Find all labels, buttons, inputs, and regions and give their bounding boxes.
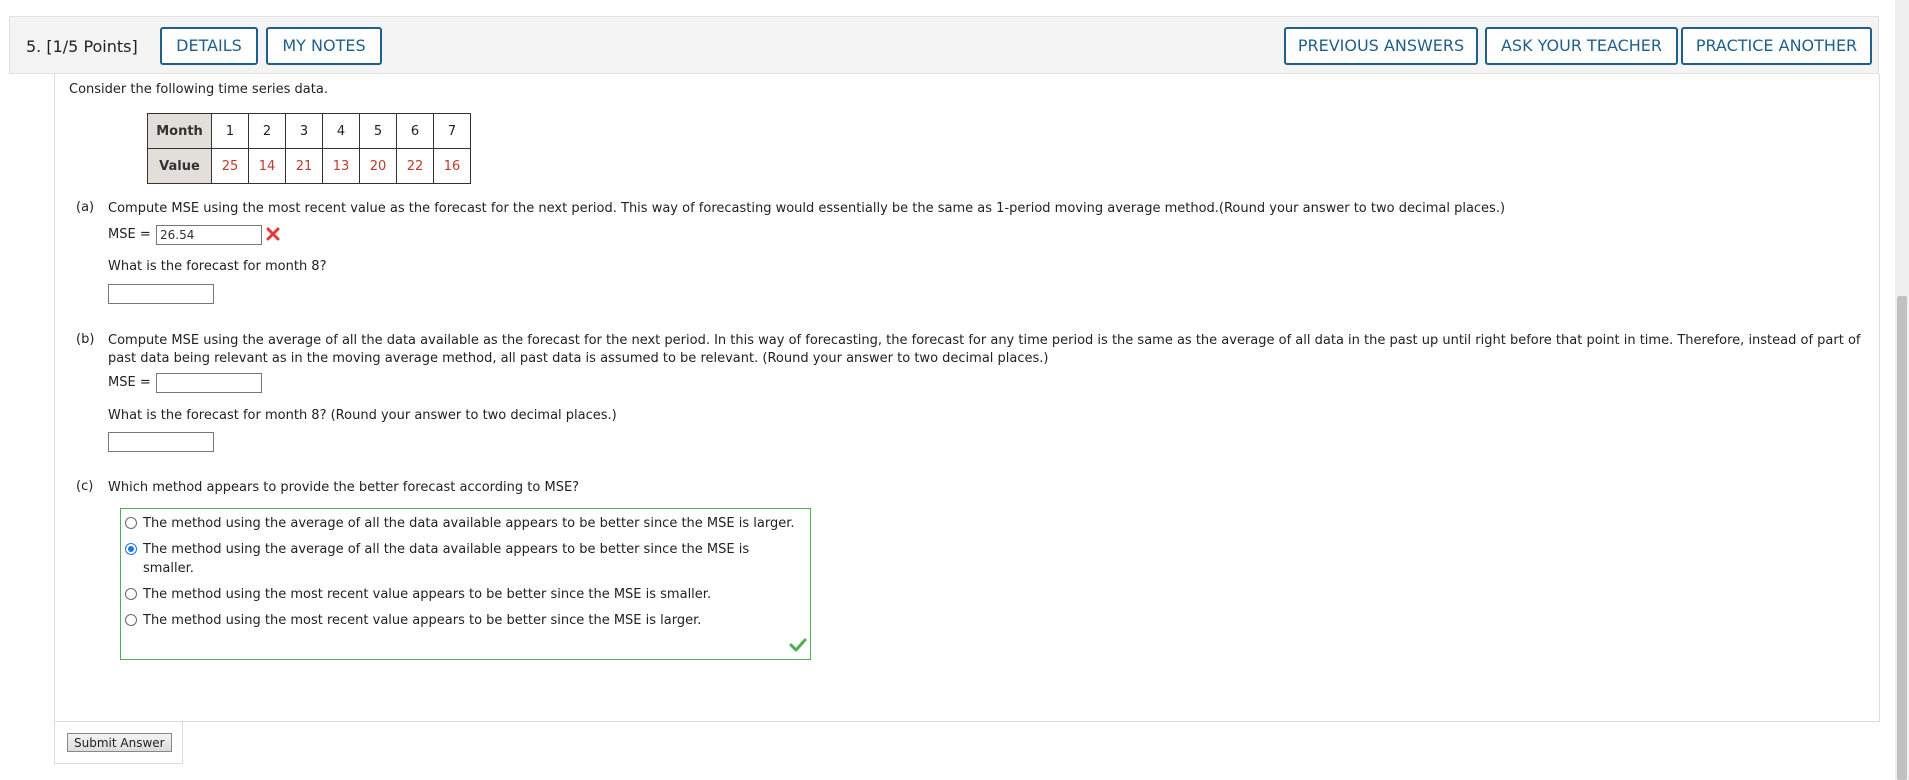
part-a-label: (a) <box>76 200 95 215</box>
question-points: [1/5 Points] <box>46 37 138 56</box>
vertical-scrollbar[interactable] <box>1895 0 1909 780</box>
question-title: 5. [1/5 Points] <box>26 37 138 56</box>
question-header: 5. [1/5 Points] DETAILS MY NOTES PREVIOU… <box>9 16 1879 74</box>
part-c-choices-box: The method using the average of all the … <box>120 508 811 660</box>
choice-label: The method using the most recent value a… <box>143 613 702 628</box>
table-cell-month: 6 <box>396 113 434 149</box>
part-b-mse-label: MSE = <box>108 375 151 390</box>
choice-option[interactable]: The method using the most recent value a… <box>125 611 805 630</box>
ask-your-teacher-button[interactable]: ASK YOUR TEACHER <box>1485 27 1678 65</box>
part-a-text: Compute MSE using the most recent value … <box>108 201 1506 216</box>
scrollbar-thumb[interactable] <box>1897 296 1907 780</box>
question-number: 5. <box>26 37 42 56</box>
table-cell-value: 14 <box>248 148 286 184</box>
table-cell-month: 2 <box>248 113 286 149</box>
choice-label: The method using the average of all the … <box>143 542 750 576</box>
my-notes-button[interactable]: MY NOTES <box>266 27 382 65</box>
table-cell-month: 4 <box>322 113 360 149</box>
radio-button[interactable] <box>125 588 137 600</box>
table-cell-month: 3 <box>285 113 323 149</box>
choice-option[interactable]: The method using the average of all the … <box>125 514 805 533</box>
table-header-value: Value <box>147 148 212 184</box>
details-button[interactable]: DETAILS <box>160 27 258 65</box>
checkmark-icon <box>789 638 807 652</box>
table-cell-value: 22 <box>396 148 434 184</box>
part-c-text: Which method appears to provide the bett… <box>108 480 580 495</box>
table-row-month: Month 1 2 3 4 5 6 7 <box>147 113 471 149</box>
choice-label: The method using the average of all the … <box>143 516 795 531</box>
table-cell-value: 13 <box>322 148 360 184</box>
part-b-forecast-input[interactable] <box>108 432 214 452</box>
table-cell-value: 21 <box>285 148 323 184</box>
submit-answer-button[interactable]: Submit Answer <box>67 733 172 752</box>
part-a-mse-input[interactable] <box>156 225 262 245</box>
table-header-month: Month <box>147 113 212 149</box>
table-cell-value: 20 <box>359 148 397 184</box>
part-a-mse-label: MSE = <box>108 227 151 242</box>
table-row-value: Value 25 14 21 13 20 22 16 <box>147 148 471 184</box>
part-b-text: Compute MSE using the average of all the… <box>108 333 1861 366</box>
part-b-label: (b) <box>76 332 95 347</box>
time-series-table: Month 1 2 3 4 5 6 7 Value 25 14 21 13 20… <box>147 113 471 184</box>
choice-label: The method using the most recent value a… <box>143 587 712 602</box>
part-a-forecast-question: What is the forecast for month 8? <box>108 259 327 274</box>
choice-option[interactable]: The method using the average of all the … <box>125 540 765 578</box>
radio-button-selected[interactable] <box>125 543 137 555</box>
previous-answers-button[interactable]: PREVIOUS ANSWERS <box>1284 27 1478 65</box>
part-a-forecast-input[interactable] <box>108 284 214 304</box>
table-cell-month: 7 <box>433 113 471 149</box>
table-cell-month: 5 <box>359 113 397 149</box>
part-c-label: (c) <box>76 479 94 494</box>
table-cell-value: 25 <box>211 148 249 184</box>
intro-text: Consider the following time series data. <box>69 82 328 97</box>
x-mark-icon <box>266 227 280 241</box>
radio-button[interactable] <box>125 614 137 626</box>
table-cell-month: 1 <box>211 113 249 149</box>
choice-option[interactable]: The method using the most recent value a… <box>125 585 805 604</box>
table-cell-value: 16 <box>433 148 471 184</box>
practice-another-button[interactable]: PRACTICE ANOTHER <box>1681 27 1872 65</box>
part-b-mse-input[interactable] <box>156 373 262 393</box>
radio-button[interactable] <box>125 517 137 529</box>
part-b-forecast-question: What is the forecast for month 8? (Round… <box>108 408 617 423</box>
